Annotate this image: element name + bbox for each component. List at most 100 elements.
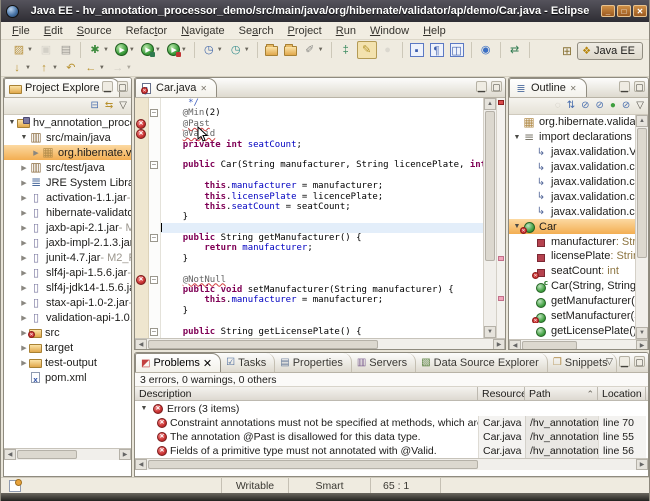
next-annotation-button[interactable]: ↓▼ [8,60,33,76]
collapsed-arrow-icon[interactable]: ▶ [19,299,29,307]
new-wizard-button[interactable]: ▨▼ [10,42,35,58]
last-edit-location-button[interactable]: ↶ [62,60,80,76]
mark-occurrences-button[interactable]: ✎ [357,41,377,59]
project-explorer-item[interactable]: ▶junit-4.7.jar - M2_REPO [4,250,131,265]
code-line[interactable]: } [161,254,483,264]
collapsed-arrow-icon[interactable]: ▶ [19,344,29,352]
collapsed-arrow-icon[interactable]: ▶ [19,179,29,187]
maximize-button[interactable]: □ [617,5,631,17]
expanded-arrow-icon[interactable]: ▼ [7,119,17,126]
outline-item[interactable]: Car(String, String, int) [509,279,635,294]
code-line[interactable]: this.manufacturer = manufacturer; [161,295,483,305]
show-frame-toggle-button[interactable]: ◫ [448,42,466,58]
project-explorer-item[interactable]: pom.xml [4,370,131,385]
collapsed-arrow-icon[interactable]: ▶ [31,149,41,157]
code-line[interactable] [161,150,483,160]
focus-button[interactable]: ◌ [555,99,561,113]
menu-file[interactable]: File [5,23,37,39]
collapsed-arrow-icon[interactable]: ▶ [19,164,29,172]
new-module-wizard-button[interactable]: ◷▼ [200,42,225,58]
collapsed-arrow-icon[interactable]: ▶ [19,269,29,277]
code-line[interactable]: } [161,306,483,316]
close-tab-icon[interactable]: ✕ [570,84,577,93]
error-marker-icon[interactable]: ✕ [136,119,146,129]
title-bar[interactable]: Java EE - hv_annotation_processor_demo/s… [1,0,650,22]
debug-button[interactable]: ✱▼ [86,42,111,58]
maximize-view-button[interactable]: ▢ [117,81,128,92]
close-tab-icon[interactable]: ✕ [203,357,212,370]
project-explorer-item[interactable]: ▶activation-1.1.jar - M2_REPO [4,190,131,205]
maximize-editor-button[interactable]: ▢ [491,81,502,92]
outline-item[interactable]: ✕seatCount : int [509,264,635,279]
collapse-fold-icon[interactable]: – [150,161,158,169]
code-line[interactable]: this.seatCount = seatCount; [161,202,483,212]
tab-tasks[interactable]: ☑Tasks [221,353,275,372]
problems-group-row[interactable]: ▼ ✕ Errors (3 items) [135,401,648,416]
collapse-fold-icon[interactable]: – [150,109,158,117]
code-line[interactable]: public String getManufacturer() { [161,233,483,243]
project-explorer-item[interactable]: ▶stax-api-1.0-2.jar - M2 [4,295,131,310]
show-whitespace-toggle-button[interactable]: ¶ [428,42,446,58]
outline-item[interactable]: javax.validation.constr [509,204,635,219]
project-explorer-item[interactable]: ▶slf4j-jdk14-1.5.6.jar - M [4,280,131,295]
project-explorer-item[interactable]: ▶✕src [4,325,131,340]
maximize-view-button[interactable]: ▢ [634,356,645,367]
pen-dropdown-button[interactable]: ✐▼ [301,42,326,58]
outline-item[interactable]: org.hibernate.validator.ap [509,115,635,130]
import-folder-button[interactable] [263,43,280,57]
menu-project[interactable]: Project [281,23,329,39]
perspective-java-ee-button[interactable]: ❖ Java EE [577,42,643,60]
code-line[interactable]: @Past [161,119,483,129]
collapsed-arrow-icon[interactable]: ▶ [19,224,29,232]
outline-item[interactable]: manufacturer : String [509,234,635,249]
sort-button[interactable]: ⇅ [567,99,575,113]
team-sync-button[interactable]: ⇄ [506,42,524,58]
previous-annotation-button[interactable]: ↑▼ [35,60,60,76]
tab-car-java[interactable]: ✕ Car.java ✕ [135,78,217,97]
collapsed-arrow-icon[interactable]: ▶ [19,209,29,217]
outline-vscrollbar[interactable]: ▲ ▼ [635,115,648,339]
open-perspective-button[interactable]: ⊞ [562,44,572,58]
close-button[interactable]: ✕ [633,5,647,17]
collapsed-arrow-icon[interactable]: ▶ [19,284,29,292]
project-explorer-item[interactable]: ▶slf4j-api-1.5.6.jar - M2_ [4,265,131,280]
forward-button[interactable]: →▼ [109,60,134,76]
outline-item[interactable]: ✕setManufacturer(String) [509,309,635,324]
view-menu-icon[interactable]: ▽ [604,356,615,367]
menu-edit[interactable]: Edit [37,23,70,39]
project-explorer-item[interactable]: ▶jaxb-impl-2.1.3.jar - M [4,235,131,250]
project-explorer-item[interactable]: ▶validation-api-1.0.0.GA [4,310,131,325]
plug-button[interactable]: ‡ [337,42,355,58]
folding-ruler[interactable]: – – – – – [149,98,161,338]
outline-item[interactable]: ▼import declarations [509,130,635,145]
outline-item[interactable]: getManufacturer() : String [509,294,635,309]
code-line[interactable] [161,316,483,326]
link-with-editor-button[interactable]: ⇆ [105,99,113,113]
code-line[interactable]: public void setManufacturer(String manuf… [161,285,483,295]
collapse-fold-icon[interactable]: – [150,328,158,336]
code-line[interactable]: public String getLicensePlate() { [161,327,483,337]
code-line[interactable]: @Min(2) [161,108,483,118]
code-line[interactable] [161,264,483,274]
minimize-view-button[interactable]: ▁ [102,81,113,92]
problem-row[interactable]: ✕The annotation @Past is disallowed for … [135,430,648,444]
hide-fields-button[interactable]: ⊘ [581,99,589,113]
back-button[interactable]: ←▼ [82,60,107,76]
open-folder-button[interactable] [282,43,299,57]
editor-vscrollbar[interactable]: ▲ ▼ [483,98,496,338]
outline-item[interactable]: javax.validation.constr [509,160,635,175]
run-button[interactable]: ▼ [113,42,137,57]
close-tab-icon[interactable]: ✕ [200,84,207,93]
collapse-fold-icon[interactable]: – [150,276,158,284]
code-line[interactable]: this.licensePlate = licencePlate; [161,192,483,202]
project-explorer-item[interactable]: ▶src/test/java [4,160,131,175]
collapsed-arrow-icon[interactable]: ▶ [19,359,29,367]
project-explorer-item[interactable]: ▶JRE System Library [java [4,175,131,190]
expanded-arrow-icon[interactable]: ▼ [512,134,522,141]
error-overview-marker[interactable] [498,100,504,105]
menu-refactor[interactable]: Refactor [119,23,175,39]
column-header-path[interactable]: Path⌃ [525,387,598,400]
code-line[interactable]: */ [161,98,483,108]
collapse-fold-icon[interactable]: – [150,234,158,242]
new-service-wizard-button[interactable]: ◷▼ [227,42,252,58]
